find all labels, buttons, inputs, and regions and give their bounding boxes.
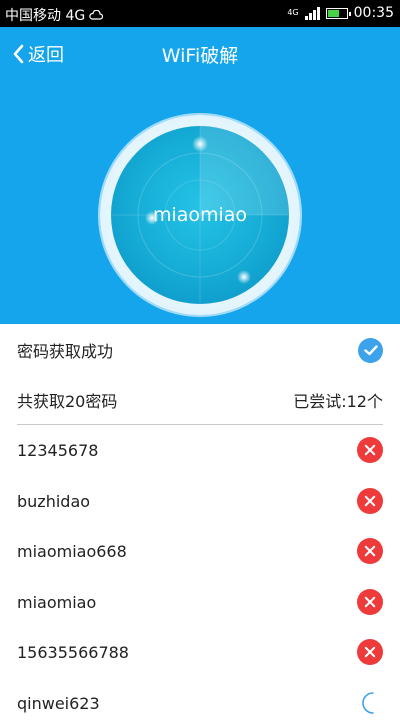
network-type-icon: 4G — [287, 8, 299, 17]
password-row: miaomiao — [0, 577, 400, 627]
password-value: 12345678 — [17, 440, 99, 460]
checkmark-icon — [358, 337, 383, 363]
page-title: WiFi破解 — [161, 45, 239, 67]
loading-spinner-icon — [362, 692, 374, 714]
password-value: 15635566788 — [17, 642, 129, 662]
failed-icon — [357, 437, 383, 463]
tried-count-label: 已尝试:12个 — [293, 392, 383, 411]
failed-icon — [357, 639, 383, 665]
password-row: qinwei623 — [0, 678, 400, 728]
password-value: buzhidao — [17, 491, 91, 511]
password-value: miaomiao — [17, 592, 97, 612]
failed-icon — [357, 538, 383, 564]
status-row: 密码获取成功 — [0, 325, 400, 375]
password-row: 12345678 — [0, 425, 400, 475]
signal-icon — [304, 6, 320, 20]
password-value: qinwei623 — [17, 693, 100, 713]
summary-row: 共获取20密码 已尝试:12个 — [0, 375, 400, 425]
password-row: buzhidao — [0, 476, 400, 526]
clock: 00:35 — [353, 5, 394, 21]
radar-scanner: miaomiao — [100, 115, 300, 315]
carrier-text: 中国移动 4G — [5, 8, 86, 24]
battery-icon — [325, 7, 351, 19]
cloud-icon — [89, 10, 104, 20]
password-row: 15635566788 — [0, 627, 400, 677]
total-passwords-label: 共获取20密码 — [17, 392, 118, 411]
network-name: miaomiao — [152, 204, 248, 226]
password-row: miaomiao668 — [0, 526, 400, 576]
status-message: 密码获取成功 — [17, 342, 114, 361]
password-value: miaomiao668 — [17, 541, 127, 561]
status-bar: 中国移动 4G 4G 00:35 — [0, 0, 400, 27]
failed-icon — [357, 488, 383, 514]
failed-icon — [357, 589, 383, 615]
header: 返回 WiFi破解 miaomiao — [0, 27, 400, 324]
